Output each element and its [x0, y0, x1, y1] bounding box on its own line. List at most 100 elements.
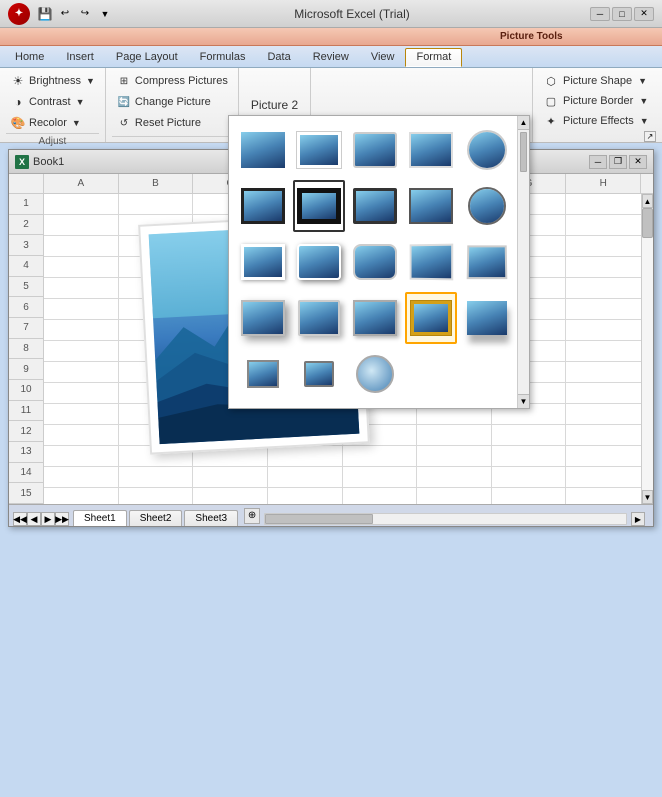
scroll-track[interactable]: [642, 208, 653, 490]
change-picture-button[interactable]: 🔄 Change Picture: [112, 92, 232, 112]
row-num-5: 5: [9, 277, 43, 298]
tab-formulas[interactable]: Formulas: [189, 48, 257, 67]
picture-effects-button[interactable]: ✦ Picture Effects ▼: [539, 111, 656, 131]
ribbon-tabs-row: Home Insert Page Layout Formulas Data Re…: [0, 46, 662, 68]
thumb-item-20[interactable]: [461, 292, 513, 344]
excel-close-button[interactable]: ✕: [629, 155, 647, 169]
picture-name-label: Picture 2: [251, 98, 298, 112]
brightness-button[interactable]: ☀ Brightness ▼: [6, 71, 99, 91]
save-icon[interactable]: 💾: [36, 5, 54, 23]
scroll-down-btn[interactable]: ▼: [518, 394, 529, 408]
scroll-thumb[interactable]: [520, 132, 527, 172]
picture-tools-section: ⊞ Compress Pictures 🔄 Change Picture ↺ R…: [106, 68, 239, 142]
thumb-item-22[interactable]: [293, 348, 345, 400]
tab-data[interactable]: Data: [256, 48, 301, 67]
customize-qa-icon[interactable]: ▼: [96, 5, 114, 23]
thumb-item-17[interactable]: [293, 292, 345, 344]
thumb-item-3[interactable]: [349, 124, 401, 176]
picture-shape-button[interactable]: ⬡ Picture Shape ▼: [539, 71, 656, 91]
undo-icon[interactable]: ↩: [56, 5, 74, 23]
redo-icon[interactable]: ↪: [76, 5, 94, 23]
excel-restore-button[interactable]: ❐: [609, 155, 627, 169]
expand-styles-button[interactable]: ↗: [644, 131, 656, 142]
thumb-item-23[interactable]: [349, 348, 401, 400]
thumb-item-4[interactable]: [405, 124, 457, 176]
row-num-15: 15: [9, 483, 43, 504]
quick-access: ✦ 💾 ↩ ↪ ▼: [8, 3, 114, 25]
horizontal-scrollbar[interactable]: [264, 513, 627, 525]
sheet-prev-btn[interactable]: ◀: [27, 512, 41, 526]
thumb-item-5[interactable]: [461, 124, 513, 176]
row-num-14: 14: [9, 463, 43, 484]
scroll-down-arrow[interactable]: ▼: [642, 490, 653, 504]
thumb-item-21[interactable]: [237, 348, 289, 400]
contextual-tab-bar: Picture Tools: [0, 28, 662, 46]
excel-window-controls: ─ ❐ ✕: [589, 155, 647, 169]
compress-pictures-button[interactable]: ⊞ Compress Pictures: [112, 71, 232, 91]
picture-style-section: ⬡ Picture Shape ▼ ▢ Picture Border ▼ ✦ P…: [532, 68, 662, 142]
thumb-item-19[interactable]: [405, 292, 457, 344]
thumb-item-6[interactable]: [237, 180, 289, 232]
tab-review[interactable]: Review: [302, 48, 360, 67]
row-num-1: 1: [9, 194, 43, 215]
excel-minimize-button[interactable]: ─: [589, 155, 607, 169]
picture-border-button[interactable]: ▢ Picture Border ▼: [539, 91, 656, 111]
sheet-tab-2[interactable]: Sheet2: [129, 510, 183, 526]
recolor-button[interactable]: 🎨 Recolor ▼: [6, 113, 99, 133]
sheet-tab-1[interactable]: Sheet1: [73, 510, 127, 526]
dropdown-scrollbar[interactable]: ▲ ▼: [517, 116, 529, 408]
tab-page-layout[interactable]: Page Layout: [105, 48, 189, 67]
sheet-next-btn[interactable]: ▶: [41, 512, 55, 526]
picture-border-icon: ▢: [543, 93, 559, 109]
dropdown-scroll-area[interactable]: [229, 116, 529, 408]
scroll-up-btn[interactable]: ▲: [518, 116, 529, 130]
sheet-last-btn[interactable]: ▶▶: [55, 512, 69, 526]
sheet-tab-3[interactable]: Sheet3: [184, 510, 238, 526]
thumbnail-grid: [237, 124, 521, 400]
thumb-item-14[interactable]: [405, 236, 457, 288]
picture-styles-dropdown: ▲ ▼: [228, 115, 530, 409]
thumb-item-13[interactable]: [349, 236, 401, 288]
row-num-13: 13: [9, 442, 43, 463]
row-num-header: [9, 174, 44, 193]
scroll-right-btn[interactable]: ▶: [631, 512, 645, 526]
row-num-11: 11: [9, 401, 43, 422]
thumb-item-16[interactable]: [237, 292, 289, 344]
thumb-item-8[interactable]: [349, 180, 401, 232]
row-num-7: 7: [9, 318, 43, 339]
close-button[interactable]: ✕: [634, 7, 654, 21]
thumb-item-1[interactable]: [237, 124, 289, 176]
vertical-scrollbar[interactable]: ▲ ▼: [641, 194, 653, 504]
thumb-item-2[interactable]: [293, 124, 345, 176]
sheet-tabs-bar: ◀◀ ◀ ▶ ▶▶ Sheet1 Sheet2 Sheet3 ⊕ ▶: [9, 504, 653, 526]
reset-picture-icon: ↺: [116, 115, 132, 131]
thumb-item-7[interactable]: [293, 180, 345, 232]
change-picture-icon: 🔄: [116, 94, 132, 110]
thumb-item-18[interactable]: [349, 292, 401, 344]
thumb-item-15[interactable]: [461, 236, 513, 288]
adjust-section: ☀ Brightness ▼ ◑ Contrast ▼ 🎨 Recolor ▼ …: [0, 68, 106, 142]
tab-home[interactable]: Home: [4, 48, 55, 67]
sheet-first-btn[interactable]: ◀◀: [13, 512, 27, 526]
col-header-h: H: [566, 174, 641, 193]
thumb-item-9[interactable]: [405, 180, 457, 232]
tab-insert[interactable]: Insert: [55, 48, 105, 67]
minimize-button[interactable]: ─: [590, 7, 610, 21]
tab-format[interactable]: Format: [405, 48, 462, 67]
tab-view[interactable]: View: [360, 48, 406, 67]
row-num-2: 2: [9, 215, 43, 236]
reset-picture-button[interactable]: ↺ Reset Picture: [112, 113, 232, 133]
row-num-4: 4: [9, 256, 43, 277]
sheet-tab-add-icon[interactable]: ⊕: [244, 508, 260, 524]
office-icon[interactable]: ✦: [8, 3, 30, 25]
contrast-button[interactable]: ◑ Contrast ▼: [6, 92, 99, 112]
thumb-item-11[interactable]: [237, 236, 289, 288]
picture-effects-icon: ✦: [543, 113, 559, 129]
row-num-6: 6: [9, 297, 43, 318]
thumb-item-10[interactable]: [461, 180, 513, 232]
picture-tools-label: Picture Tools: [500, 31, 563, 42]
maximize-button[interactable]: □: [612, 7, 632, 21]
scroll-thumb-handle[interactable]: [642, 208, 653, 238]
thumb-item-12[interactable]: [293, 236, 345, 288]
scroll-up-arrow[interactable]: ▲: [642, 194, 653, 208]
